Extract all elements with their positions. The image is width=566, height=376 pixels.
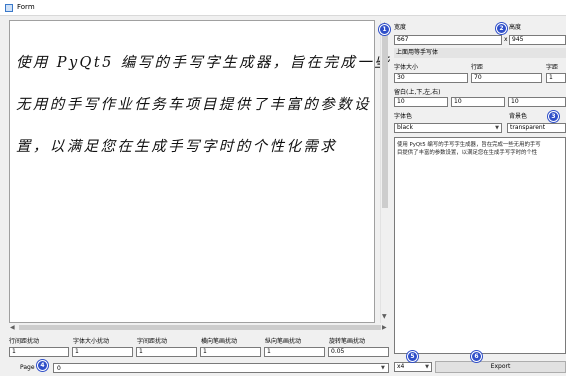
canvas-vertical-scrollbar[interactable]: ▲ ▼ <box>380 20 388 323</box>
page-value: 0 <box>57 365 61 372</box>
chevron-down-icon: ▼ <box>381 365 385 371</box>
chevron-down-icon: ▼ <box>495 125 499 131</box>
font-size-perturb-input[interactable]: 1 <box>72 347 133 357</box>
size-separator: x <box>504 36 508 43</box>
bg-color-value: transparent <box>510 124 546 131</box>
badge-6: 6 <box>471 351 482 362</box>
page-label: Page <box>20 364 35 371</box>
line-spacing-perturb-input[interactable]: 1 <box>9 347 69 357</box>
scroll-thumb[interactable] <box>382 32 388 208</box>
window-title: Form <box>17 3 35 11</box>
horizontal-stroke-perturb-input[interactable]: 1 <box>200 347 261 357</box>
height-label: 高度 <box>509 24 522 31</box>
badge-2: 2 <box>496 23 507 34</box>
app-icon <box>5 4 13 12</box>
font-color-select[interactable]: black ▼ <box>394 123 502 133</box>
vertical-stroke-perturb-input[interactable]: 1 <box>264 347 325 357</box>
horizontal-stroke-perturb-label: 横向笔画扰动 <box>201 338 238 345</box>
scroll-left-arrow-icon[interactable]: ◀ <box>10 325 15 331</box>
text-line: 目提供了丰富的参数设置，以满足您在生成手写字时的个性 <box>397 150 538 156</box>
bg-color-select[interactable]: transparent <box>507 123 566 133</box>
scroll-down-arrow-icon[interactable]: ▼ <box>382 314 387 320</box>
page-select[interactable]: 0 ▼ <box>53 363 389 373</box>
word-spacing-label: 字距 <box>546 64 559 71</box>
handwriting-line: 使用 PyQt5 编写的手写字生成器，旨在完成一些 <box>16 55 392 71</box>
font-group-title: 上面用等手写体 <box>394 48 566 58</box>
font-size-label: 字体大小 <box>394 64 419 71</box>
word-spacing-perturb-label: 字间距扰动 <box>137 338 168 345</box>
export-button[interactable]: Export <box>435 361 566 373</box>
text-input-area[interactable]: 使用 PyQt5 编写的手写字生成器，旨在完成一些无用的手写 目提供了丰富的参数… <box>394 137 566 354</box>
badge-4: 4 <box>37 360 48 371</box>
scroll-thumb[interactable] <box>19 325 381 330</box>
chevron-down-icon: ▼ <box>425 364 429 370</box>
title-bar <box>0 0 566 16</box>
margin-label: 留白(上,下,左,右) <box>394 89 441 96</box>
badge-5: 5 <box>407 351 418 362</box>
rotation-stroke-perturb-input[interactable]: 0.05 <box>328 347 389 357</box>
text-line: 使用 PyQt5 编写的手写字生成器，旨在完成一些无用的手写 <box>397 142 541 148</box>
scale-value: x4 <box>397 363 405 370</box>
line-spacing-label: 行距 <box>471 64 484 71</box>
width-input[interactable]: 667 <box>394 35 502 45</box>
line-spacing-input[interactable]: 70 <box>471 73 542 83</box>
scale-select[interactable]: x4 ▼ <box>394 362 432 372</box>
vertical-stroke-perturb-label: 纵向笔画扰动 <box>265 338 302 345</box>
font-size-perturb-label: 字体大小扰动 <box>73 338 110 345</box>
font-size-input[interactable]: 30 <box>394 73 468 83</box>
scroll-right-arrow-icon[interactable]: ▶ <box>382 325 387 331</box>
handwriting-canvas[interactable]: 使用 PyQt5 编写的手写字生成器，旨在完成一些 无用的手写作业任务车项目提供… <box>9 20 389 323</box>
rotation-stroke-perturb-label: 旋转笔画扰动 <box>329 338 366 345</box>
canvas-horizontal-scrollbar[interactable]: ◀ ▶ <box>9 323 389 332</box>
handwriting-line: 置，以满足您在生成手写字时的个性化需求 <box>16 139 338 155</box>
badge-3: 3 <box>548 111 559 122</box>
badge-1: 1 <box>379 24 390 35</box>
handwriting-line: 无用的手写作业任务车项目提供了丰富的参数设 <box>16 97 371 113</box>
word-spacing-input[interactable]: 1 <box>546 73 566 83</box>
width-label: 宽度 <box>394 24 407 31</box>
font-color-label: 字体色 <box>394 113 413 120</box>
margin-top-input[interactable]: 10 <box>394 97 448 107</box>
margin-left-input[interactable]: 10 <box>508 97 566 107</box>
height-input[interactable]: 945 <box>509 35 566 45</box>
bg-color-label: 背景色 <box>509 113 528 120</box>
word-spacing-perturb-input[interactable]: 1 <box>136 347 197 357</box>
line-spacing-perturb-label: 行间距扰动 <box>9 338 40 345</box>
font-color-value: black <box>397 124 413 131</box>
margin-bottom-input[interactable]: 10 <box>451 97 505 107</box>
